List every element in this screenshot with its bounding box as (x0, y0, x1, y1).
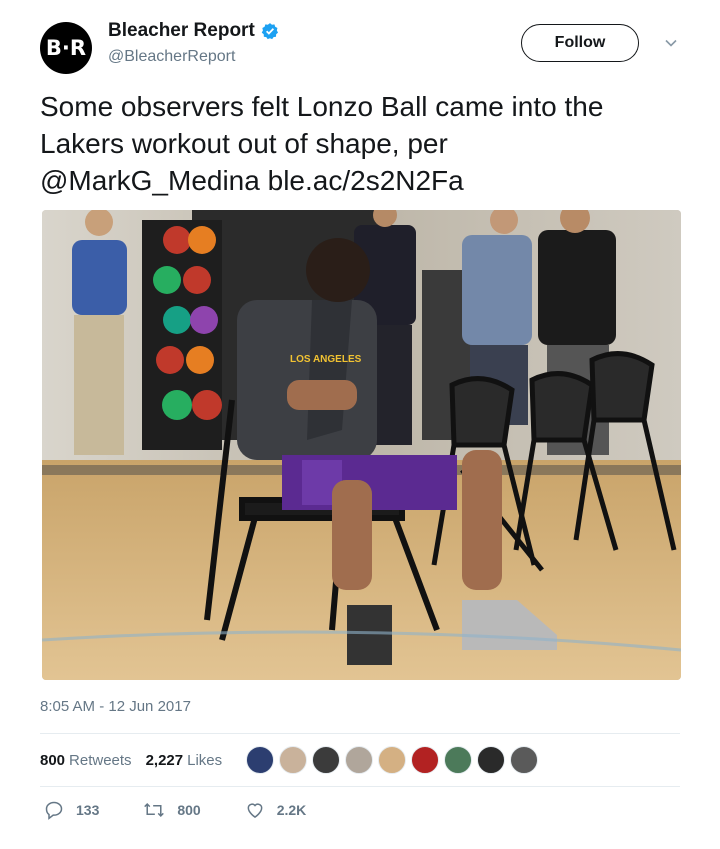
photo-illustration: LOS ANGELES (42, 210, 681, 680)
liker-avatar[interactable] (345, 746, 374, 774)
reply-icon (45, 801, 63, 820)
likes-count[interactable]: 2,227 (146, 752, 184, 769)
retweet-count: 800 (177, 802, 201, 818)
liker-avatar[interactable] (477, 746, 506, 774)
tweet-actions: 133 800 2.2K (44, 800, 350, 820)
tweet-header: B·R Bleacher Report @BleacherReport Foll… (40, 18, 690, 74)
retweets-count[interactable]: 800 (40, 752, 65, 769)
mention-link[interactable]: @MarkG_Medina (40, 165, 260, 196)
tweet-timestamp[interactable]: 8:05 AM - 12 Jun 2017 (40, 698, 191, 715)
liker-avatar[interactable] (444, 746, 473, 774)
likes-label[interactable]: Likes (187, 752, 222, 769)
liker-avatar[interactable] (411, 746, 440, 774)
follow-button[interactable]: Follow (521, 24, 639, 62)
shirt-text: LOS ANGELES (290, 354, 362, 365)
display-name-text[interactable]: Bleacher Report (108, 20, 255, 42)
avatar[interactable]: B·R (40, 22, 92, 74)
tweet-text-line1: Some observers felt Lonzo Ball came into… (40, 91, 604, 122)
liker-avatars (246, 746, 543, 774)
chevron-down-icon[interactable] (664, 36, 678, 50)
like-count: 2.2K (276, 802, 307, 818)
account-handle[interactable]: @BleacherReport (108, 48, 279, 66)
divider-bottom (40, 786, 680, 787)
retweet-icon (144, 802, 165, 818)
engagement-stats: 800 Retweets 2,227 Likes (40, 742, 543, 778)
display-name[interactable]: Bleacher Report (108, 20, 279, 42)
liker-avatar[interactable] (312, 746, 341, 774)
divider-top (40, 733, 680, 734)
tweet-text-line3: @MarkG_Medina ble.ac/2s2N2Fa (40, 162, 690, 199)
retweets-label[interactable]: Retweets (69, 752, 132, 769)
tweet-text-line2: Lakers workout out of shape, per (40, 128, 448, 159)
like-button[interactable]: 2.2K (245, 800, 307, 820)
liker-avatar[interactable] (246, 746, 275, 774)
bg-person-left (72, 210, 127, 455)
reply-button[interactable]: 133 (44, 800, 99, 820)
liker-avatar[interactable] (279, 746, 308, 774)
like-icon (247, 803, 263, 818)
url-link[interactable]: ble.ac/2s2N2Fa (268, 165, 464, 196)
reply-count: 133 (76, 802, 100, 818)
liker-avatar[interactable] (378, 746, 407, 774)
verified-badge-icon (261, 23, 278, 40)
retweet-button[interactable]: 800 (143, 800, 201, 820)
account-info[interactable]: Bleacher Report @BleacherReport (108, 20, 279, 66)
tweet-photo[interactable]: LOS ANGELES (42, 210, 681, 680)
liker-avatar[interactable] (510, 746, 539, 774)
tweet-text: Some observers felt Lonzo Ball came into… (40, 88, 690, 199)
